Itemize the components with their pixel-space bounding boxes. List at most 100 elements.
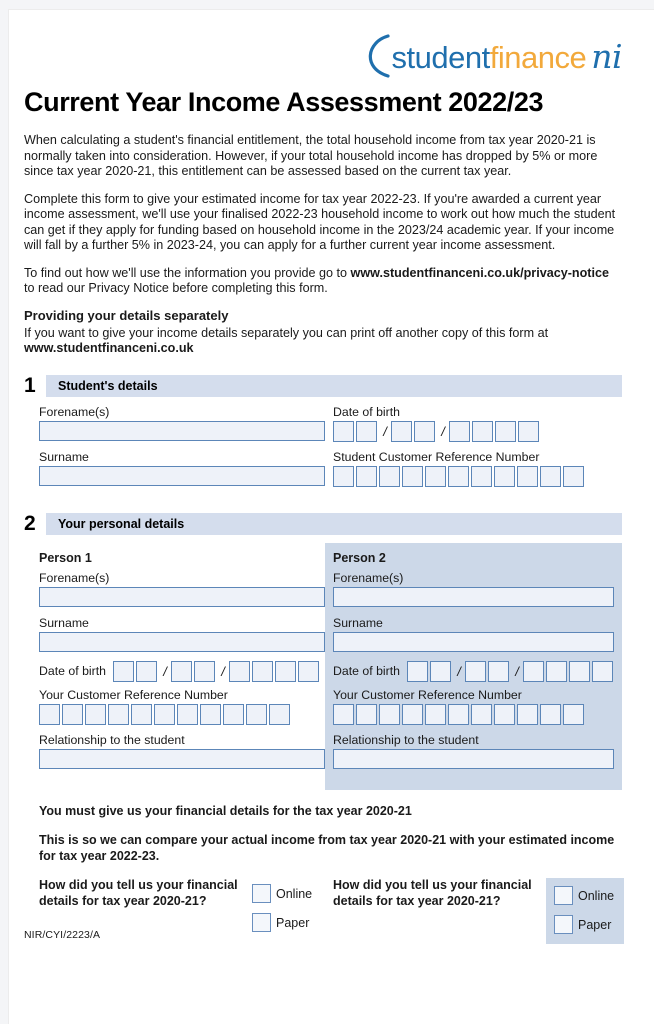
person-2-dob-cells[interactable]: / / xyxy=(407,660,615,682)
section-2-number: 2 xyxy=(24,511,36,535)
student-surname-input[interactable] xyxy=(39,465,325,486)
character-cell[interactable] xyxy=(563,465,584,487)
student-forename-input[interactable] xyxy=(39,420,325,441)
character-cell[interactable] xyxy=(333,420,354,442)
character-cell[interactable] xyxy=(275,660,296,682)
character-cell[interactable] xyxy=(252,660,273,682)
online-label-person-1: Online xyxy=(276,886,313,901)
paper-option-person-1[interactable]: Paper xyxy=(252,913,312,932)
person-1-crn-cells[interactable] xyxy=(39,703,325,725)
character-cell[interactable] xyxy=(540,703,561,725)
tell-us-options-person-1: Online Paper xyxy=(252,878,312,932)
character-cell[interactable] xyxy=(425,703,446,725)
character-cell[interactable] xyxy=(136,660,157,682)
character-cell[interactable] xyxy=(546,660,567,682)
student-dob-column: Date of birth / / Student Customer Refere… xyxy=(325,405,622,495)
paper-checkbox-person-1[interactable] xyxy=(252,913,271,932)
character-cell[interactable] xyxy=(563,703,584,725)
character-cell[interactable] xyxy=(171,660,192,682)
character-cell[interactable] xyxy=(425,465,446,487)
character-cell[interactable] xyxy=(407,660,428,682)
character-cell[interactable] xyxy=(402,465,423,487)
person-1-surname-input[interactable] xyxy=(39,631,325,652)
character-cell[interactable] xyxy=(494,465,515,487)
character-cell[interactable] xyxy=(402,703,423,725)
person-1-crn-label: Your Customer Reference Number xyxy=(39,687,228,702)
character-cell[interactable] xyxy=(113,660,134,682)
character-cell[interactable] xyxy=(298,660,319,682)
online-checkbox-person-1[interactable] xyxy=(252,884,271,903)
character-cell[interactable] xyxy=(39,703,60,725)
character-cell[interactable] xyxy=(488,660,509,682)
online-option-person-2[interactable]: Online xyxy=(554,886,614,905)
person-1-forename-input[interactable] xyxy=(39,586,325,607)
tell-us-block-person-2: How did you tell us your financial detai… xyxy=(325,878,625,944)
paper-checkbox-person-2[interactable] xyxy=(554,915,573,934)
logo-area: studentfinance ni xyxy=(24,9,622,87)
character-cell[interactable] xyxy=(471,465,492,487)
character-cell[interactable] xyxy=(449,420,470,442)
character-cell[interactable] xyxy=(592,660,613,682)
character-cell[interactable] xyxy=(540,465,561,487)
section-1-body: Forename(s) Surname Date of birth / / Stu… xyxy=(24,405,622,495)
person-2-crn-cells[interactable] xyxy=(333,703,614,725)
character-cell[interactable] xyxy=(379,703,400,725)
character-cell[interactable] xyxy=(523,660,544,682)
logo-arc-icon xyxy=(361,33,391,79)
logo-word-ni: ni xyxy=(591,36,622,76)
person-1-dob-cells[interactable]: / / xyxy=(113,660,321,682)
character-cell[interactable] xyxy=(472,420,493,442)
character-cell[interactable] xyxy=(131,703,152,725)
character-cell[interactable] xyxy=(356,420,377,442)
paper-option-person-2[interactable]: Paper xyxy=(554,915,614,934)
character-cell[interactable] xyxy=(495,420,516,442)
character-cell[interactable] xyxy=(471,703,492,725)
character-cell[interactable] xyxy=(430,660,451,682)
character-cell[interactable] xyxy=(517,703,538,725)
character-cell[interactable] xyxy=(379,465,400,487)
character-cell[interactable] xyxy=(269,703,290,725)
character-cell[interactable] xyxy=(62,703,83,725)
date-separator: / xyxy=(441,423,445,439)
character-cell[interactable] xyxy=(154,703,175,725)
character-cell[interactable] xyxy=(448,465,469,487)
paper-label-person-1: Paper xyxy=(276,915,310,930)
character-cell[interactable] xyxy=(569,660,590,682)
online-option-person-1[interactable]: Online xyxy=(252,884,312,903)
section-1-number: 1 xyxy=(24,373,36,397)
person-2-surname-input[interactable] xyxy=(333,631,614,652)
studentfinanceni-link[interactable]: www.studentfinanceni.co.uk xyxy=(24,341,194,355)
student-dob-cells[interactable]: / / xyxy=(333,420,622,442)
character-cell[interactable] xyxy=(448,703,469,725)
character-cell[interactable] xyxy=(518,420,539,442)
student-crn-cells[interactable] xyxy=(333,465,622,487)
person-1-relationship-label: Relationship to the student xyxy=(39,732,185,747)
character-cell[interactable] xyxy=(414,420,435,442)
character-cell[interactable] xyxy=(85,703,106,725)
character-cell[interactable] xyxy=(517,465,538,487)
character-cell[interactable] xyxy=(229,660,250,682)
character-cell[interactable] xyxy=(356,465,377,487)
page-content: studentfinance ni Current Year Income Ass… xyxy=(24,9,625,944)
character-cell[interactable] xyxy=(356,703,377,725)
student-name-column: Forename(s) Surname xyxy=(24,405,325,495)
character-cell[interactable] xyxy=(177,703,198,725)
character-cell[interactable] xyxy=(194,660,215,682)
online-checkbox-person-2[interactable] xyxy=(554,886,573,905)
character-cell[interactable] xyxy=(391,420,412,442)
tell-us-question-person-1: How did you tell us your financial detai… xyxy=(39,878,238,908)
date-separator: / xyxy=(163,663,167,679)
character-cell[interactable] xyxy=(246,703,267,725)
character-cell[interactable] xyxy=(333,703,354,725)
character-cell[interactable] xyxy=(494,703,515,725)
character-cell[interactable] xyxy=(465,660,486,682)
person-2-relationship-input[interactable] xyxy=(333,748,614,769)
person-2-forename-input[interactable] xyxy=(333,586,614,607)
character-cell[interactable] xyxy=(333,465,354,487)
character-cell[interactable] xyxy=(108,703,129,725)
person-1-relationship-input[interactable] xyxy=(39,748,325,769)
character-cell[interactable] xyxy=(200,703,221,725)
statement-line-1: You must give us your financial details … xyxy=(39,803,412,818)
character-cell[interactable] xyxy=(223,703,244,725)
privacy-notice-link[interactable]: www.studentfinanceni.co.uk/privacy-notic… xyxy=(351,266,609,280)
